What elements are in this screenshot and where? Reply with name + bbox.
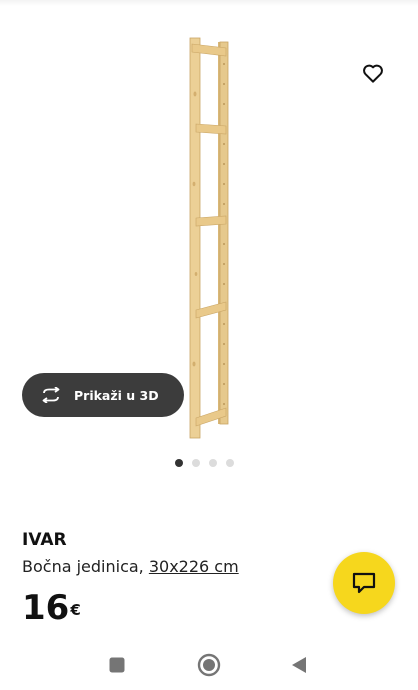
price-currency: € (70, 601, 81, 619)
system-navigation-bar (0, 640, 418, 690)
rotate-3d-icon (42, 387, 60, 403)
product-name: IVAR (22, 530, 67, 550)
nav-back-button[interactable] (286, 652, 312, 678)
pagination-dot[interactable] (226, 459, 234, 467)
heart-outline-icon (363, 64, 383, 83)
circle-home-icon (197, 653, 221, 677)
pagination-dot-active[interactable] (175, 459, 183, 467)
price-value: 16 (22, 588, 70, 628)
product-type: Bočna jedinica, (22, 557, 149, 576)
product-description: Bočna jedinica, 30x226 cm (22, 557, 239, 576)
view-3d-button[interactable]: Prikaži u 3D (22, 373, 184, 417)
nav-recents-button[interactable] (104, 652, 130, 678)
pagination-dot[interactable] (192, 459, 200, 467)
top-shadow (0, 0, 418, 6)
favorite-button[interactable] (358, 58, 388, 88)
product-dimensions-link[interactable]: 30x226 cm (149, 557, 239, 576)
triangle-back-icon (292, 657, 306, 673)
view-3d-label: Prikaži u 3D (74, 387, 159, 403)
square-icon (109, 657, 125, 673)
nav-home-button[interactable] (196, 652, 222, 678)
chat-button[interactable] (333, 552, 395, 614)
chat-bubble-icon (352, 572, 376, 594)
product-price: 16€ (22, 588, 81, 628)
gallery-pagination (175, 459, 234, 467)
pagination-dot[interactable] (209, 459, 217, 467)
